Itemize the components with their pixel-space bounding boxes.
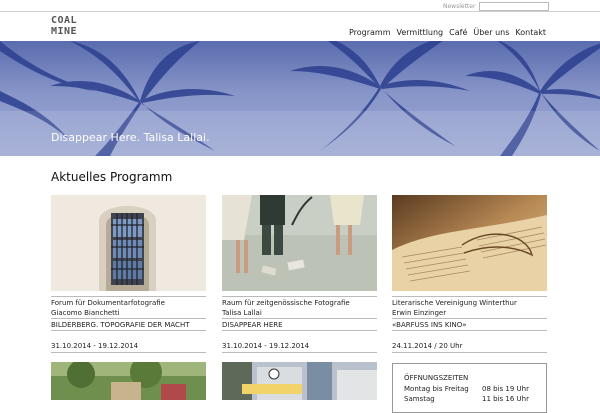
card-image-feet[interactable]: [222, 195, 377, 291]
nav-item-programm[interactable]: Programm: [349, 28, 391, 37]
hero-banner[interactable]: Disappear Here. Talisa Lallai.: [0, 41, 600, 156]
logo-line-2: MINE: [51, 26, 78, 37]
card-venue[interactable]: Literarische Vereinigung Winterthur: [392, 299, 517, 307]
card-date: 31.10.2014 - 19.12.2014: [222, 342, 310, 350]
card-title[interactable]: DISAPPEAR HERE: [222, 321, 283, 329]
bottom-image-garden[interactable]: [51, 362, 206, 400]
newsletter-input[interactable]: [479, 2, 549, 11]
program-card-1[interactable]: Forum für Dokumentarfotografie Giacomo B…: [51, 195, 206, 353]
card-date: 31.10.2014 - 19.12.2014: [51, 342, 139, 350]
card-venue[interactable]: Raum für zeitgenössische Fotografie: [222, 299, 350, 307]
site-logo[interactable]: COAL MINE: [51, 15, 91, 39]
card-title[interactable]: «BARFUSS INS KINO»: [392, 321, 467, 329]
section-title: Aktuelles Programm: [51, 170, 173, 184]
nav-item-vermittlung[interactable]: Vermittlung: [396, 28, 443, 37]
program-card-2[interactable]: Raum für zeitgenössische Fotografie Tali…: [222, 195, 377, 353]
nav-item-cafe[interactable]: Café: [449, 28, 467, 37]
opening-hours-day: Montag bis Freitag: [404, 385, 469, 393]
opening-hours-time: 11 bis 16 Uhr: [482, 395, 529, 403]
card-date: 24.11.2014 / 20 Uhr: [392, 342, 463, 350]
nav-item-kontakt[interactable]: Kontakt: [515, 28, 546, 37]
opening-hours-box: ÖFFNUNGSZEITEN Montag bis Freitag 08 bis…: [392, 363, 547, 413]
hero-caption[interactable]: Disappear Here. Talisa Lallai.: [51, 131, 210, 144]
card-venue[interactable]: Forum für Dokumentarfotografie: [51, 299, 165, 307]
card-artist[interactable]: Giacomo Bianchetti: [51, 309, 120, 317]
card-image-book[interactable]: [392, 195, 547, 291]
opening-hours-day: Samstag: [404, 395, 435, 403]
opening-hours-time: 08 bis 19 Uhr: [482, 385, 529, 393]
main-nav: Programm Vermittlung Café Über uns Konta…: [349, 28, 546, 37]
card-title[interactable]: BILDERBERG. TOPOGRAFIE DER MACHT: [51, 321, 190, 329]
opening-hours-title: ÖFFNUNGSZEITEN: [404, 374, 469, 382]
logo-line-1: COAL: [51, 15, 78, 26]
card-artist[interactable]: Erwin Einzinger: [392, 309, 446, 317]
nav-item-ueber-uns[interactable]: Über uns: [473, 28, 509, 37]
bottom-image-street[interactable]: [222, 362, 377, 400]
newsletter-label: Newsletter: [443, 3, 476, 10]
card-artist[interactable]: Talisa Lallai: [222, 309, 262, 317]
card-image-window[interactable]: [51, 195, 206, 291]
program-card-3[interactable]: Literarische Vereinigung Winterthur Erwi…: [392, 195, 547, 353]
